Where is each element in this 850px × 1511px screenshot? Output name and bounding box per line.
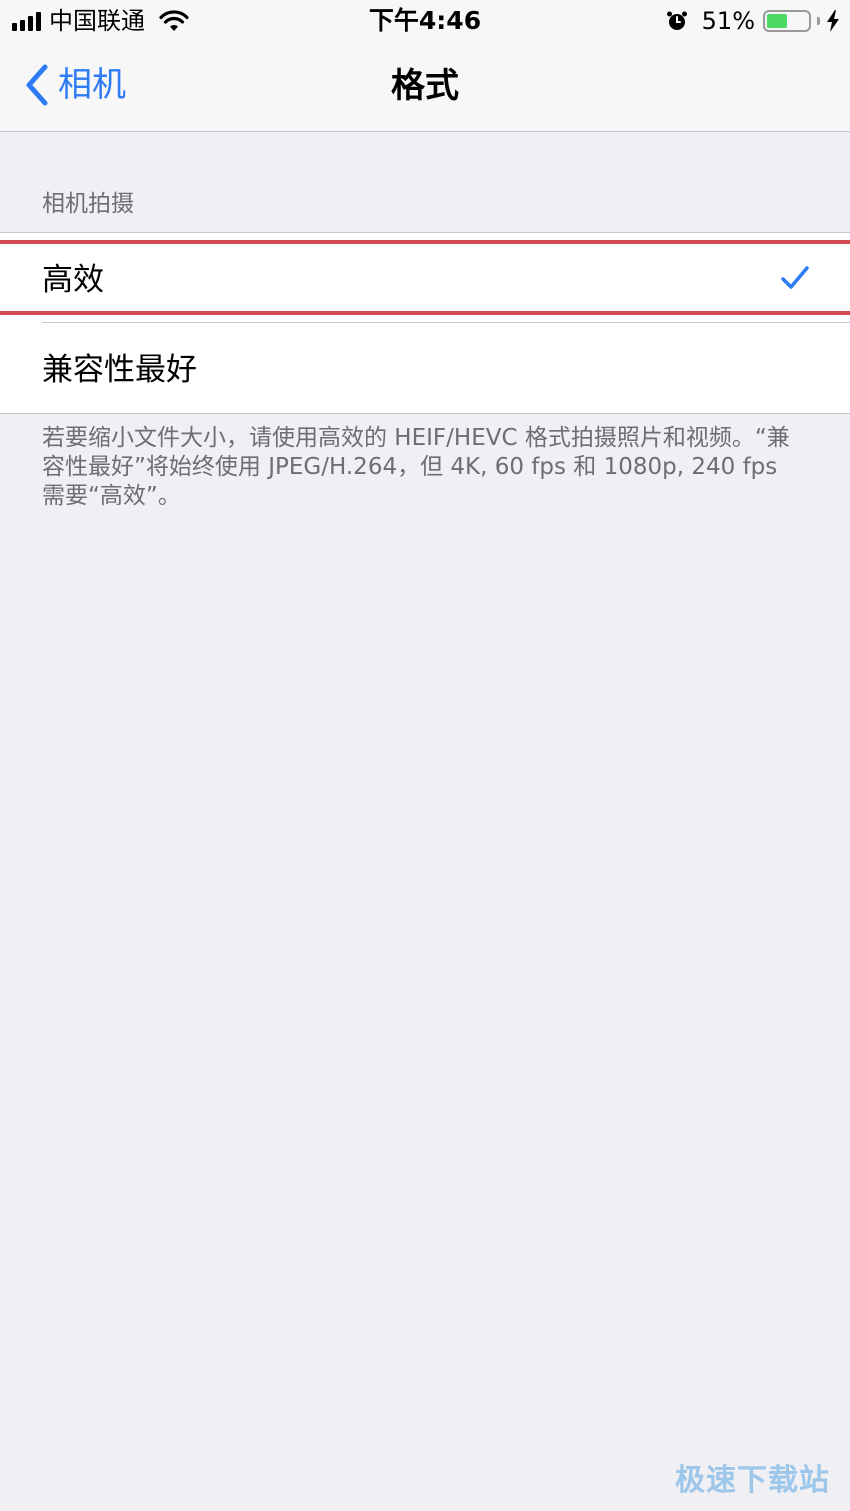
section-footer: 若要缩小文件大小，请使用高效的 HEIF/HEVC 格式拍摄照片和视频。“兼容性… bbox=[42, 425, 790, 509]
battery-percent: 51% bbox=[701, 7, 755, 35]
page-title: 格式 bbox=[391, 66, 459, 106]
option-most-compatible[interactable]: 兼容性最好 bbox=[0, 323, 850, 413]
option-high-efficiency[interactable]: 高效 bbox=[0, 233, 850, 323]
battery-icon bbox=[763, 10, 811, 32]
battery-level-fill bbox=[767, 14, 787, 28]
section-header: 相机拍摄 bbox=[42, 191, 134, 217]
alarm-icon bbox=[666, 11, 687, 30]
status-right: 51% bbox=[666, 6, 840, 36]
format-options-group: 高效 兼容性最好 bbox=[0, 232, 850, 414]
checkmark-icon bbox=[781, 266, 809, 289]
watermark: 极速下载站 bbox=[675, 1463, 830, 1498]
battery-cap bbox=[817, 17, 820, 25]
screen: 中国联通 下午4:46 51% 相机 格式 相机拍摄 高效 兼容性最好 若要缩小… bbox=[0, 0, 850, 1511]
navigation-bar: 相机 格式 bbox=[0, 42, 850, 132]
charging-bolt-icon bbox=[827, 10, 839, 32]
option-label: 兼容性最好 bbox=[42, 352, 197, 388]
option-label: 高效 bbox=[42, 262, 104, 298]
status-bar: 中国联通 下午4:46 51% bbox=[0, 0, 850, 42]
